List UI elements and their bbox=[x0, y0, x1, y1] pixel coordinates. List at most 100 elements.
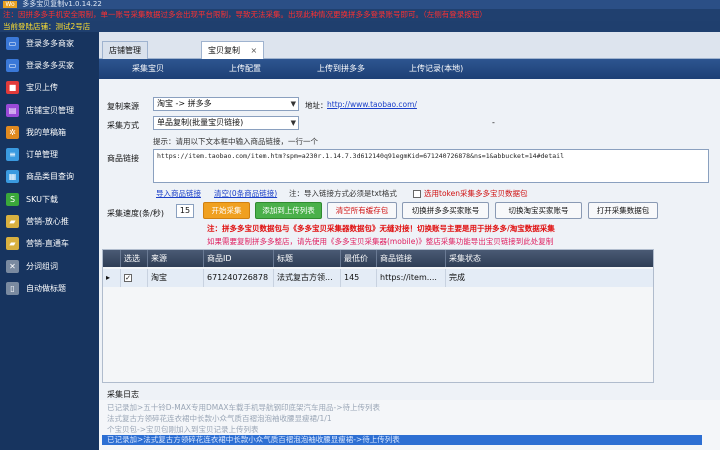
row-checkbox[interactable]: ✓ bbox=[121, 269, 148, 287]
doc-icon: ▯ bbox=[6, 281, 19, 295]
header-status[interactable]: 采集状态 bbox=[446, 250, 653, 267]
warning-line-2: 如果需要复制拼多多整店，请先使用《多多宝贝采集器(mobile)》整店采集功能导… bbox=[207, 237, 554, 246]
sidebar-item-category[interactable]: ▦ 商品类目查询 bbox=[0, 166, 99, 188]
url-label: 地址： bbox=[305, 101, 328, 110]
sidebar-item-store-manage[interactable]: ▤ 店铺宝贝管理 bbox=[0, 99, 99, 121]
source-select[interactable]: 淘宝 -> 拼多多 ▼ bbox=[153, 97, 299, 111]
app-logo-icon: Wo bbox=[3, 1, 17, 8]
link-textarea[interactable]: https://item.taobao.com/item.htm?spm=a23… bbox=[153, 149, 709, 183]
sidebar-item-segment[interactable]: ✕ 分词组词 bbox=[0, 255, 99, 277]
row-marker-icon: ▸ bbox=[103, 269, 121, 287]
table-header: 选选 来源 商品ID 标题 最低价 商品链接 采集状态 bbox=[103, 250, 653, 267]
sidebar-item-label: 营销-直通车 bbox=[26, 239, 69, 249]
subtab-upload-config[interactable]: 上传配置 bbox=[229, 59, 261, 79]
open-data-package-button[interactable]: 打开采集数据包 bbox=[588, 202, 658, 219]
close-icon[interactable]: × bbox=[251, 46, 258, 55]
warning-line-1: 注：拼多多宝贝数据包与《多多宝贝采集器数据包》无缝对接！切换账号主要是用于拼多多… bbox=[207, 224, 555, 233]
source-label: 复制来源 bbox=[107, 102, 139, 111]
truck-icon: ▰ bbox=[6, 215, 19, 229]
switch-taobao-account-button[interactable]: 切换淘宝买家账号 bbox=[495, 202, 582, 219]
sidebar-item-auto-title[interactable]: ▯ 自动做标题 bbox=[0, 277, 99, 299]
check-icon: ✓ bbox=[124, 273, 132, 282]
chevron-down-icon: ▼ bbox=[290, 119, 296, 127]
tab-bar: 店铺管理 宝贝复制 × bbox=[99, 32, 720, 60]
header-product-link[interactable]: 商品链接 bbox=[377, 250, 446, 267]
store-icon: ▤ bbox=[6, 103, 19, 117]
log-title: 采集日志 bbox=[107, 390, 139, 399]
sidebar-item-label: 登录多多买家 bbox=[26, 60, 74, 70]
monitor-icon: ▭ bbox=[6, 58, 19, 72]
subtab-upload-records[interactable]: 上传记录(本地) bbox=[409, 59, 463, 79]
main-panel: 店铺管理 宝贝复制 × 采集宝贝 上传配置 上传到拼多多 上传记录(本地) 复制… bbox=[99, 32, 720, 450]
header-min-price[interactable]: 最低价 bbox=[341, 250, 377, 267]
title-bar: Wo 多多宝贝复制v1.0.14.22 bbox=[0, 0, 720, 9]
token-checkbox[interactable]: 选用token采集多多宝贝数据包 bbox=[413, 188, 527, 199]
chevron-down-icon: ▼ bbox=[290, 100, 296, 108]
gift-icon: ■ bbox=[6, 81, 19, 95]
log-box[interactable]: 已记录加>五十铃D-MAX专用DMAX车载手机导航钢印底架汽车用品->待上传列表… bbox=[99, 400, 720, 450]
sidebar: ▭ 登录多多商家 ▭ 登录多多买家 ■ 宝贝上传 ▤ 店铺宝贝管理 ✲ 我的草稿… bbox=[0, 32, 99, 450]
subtab-upload-pdd[interactable]: 上传到拼多多 bbox=[317, 59, 365, 79]
sidebar-item-label: 我的草稿箱 bbox=[26, 127, 66, 137]
clear-link-button[interactable]: 清空(0条商品链接) bbox=[214, 188, 277, 199]
import-link-button[interactable]: 导入商品链接 bbox=[156, 188, 201, 199]
header-row-marker bbox=[103, 250, 121, 267]
app-title: 多多宝贝复制v1.0.14.22 bbox=[22, 0, 102, 8]
current-shop: 当前登陆店铺：测试2号店 bbox=[0, 21, 720, 32]
cell-status: 完成 bbox=[449, 273, 465, 282]
truck-icon: ▰ bbox=[6, 237, 19, 251]
speed-input[interactable]: 15 bbox=[176, 204, 194, 218]
sidebar-item-orders[interactable]: ≡ 订单管理 bbox=[0, 143, 99, 165]
sidebar-item-drafts[interactable]: ✲ 我的草稿箱 bbox=[0, 121, 99, 143]
sidebar-item-login-seller[interactable]: ▭ 登录多多商家 bbox=[0, 32, 99, 54]
subtab-collect[interactable]: 采集宝贝 bbox=[132, 59, 164, 79]
log-line: 个宝贝包->宝贝包刚加入到宝贝记录上传列表 bbox=[107, 425, 259, 434]
grid-icon: ▦ bbox=[6, 170, 19, 184]
sidebar-item-label: 店铺宝贝管理 bbox=[26, 105, 74, 115]
list-icon: ≡ bbox=[6, 148, 19, 162]
switch-pdd-account-button[interactable]: 切换拼多多买家账号 bbox=[402, 202, 489, 219]
sidebar-item-marketing-fxt[interactable]: ▰ 营销-放心推 bbox=[0, 210, 99, 232]
sidebar-item-label: 营销-放心推 bbox=[26, 217, 69, 227]
start-collect-button[interactable]: 开始采集 bbox=[203, 202, 250, 219]
monitor-icon: ▭ bbox=[6, 36, 19, 50]
cell-link: https://item.... bbox=[377, 269, 446, 287]
log-line-selected: 已记录加>法式复古方领碎花连衣裙中长款小众气质百褶泡泡袖收腰显瘦裙->待上传列表 bbox=[102, 435, 702, 445]
sidebar-item-label: 登录多多商家 bbox=[26, 38, 74, 48]
header-title[interactable]: 标题 bbox=[274, 250, 341, 267]
product-table: 选选 来源 商品ID 标题 最低价 商品链接 采集状态 ▸ ✓ 淘宝 67124… bbox=[102, 249, 654, 383]
sidebar-item-sku[interactable]: S SKU下载 bbox=[0, 188, 99, 210]
cell-source: 淘宝 bbox=[148, 269, 204, 287]
sidebar-item-label: 商品类目查询 bbox=[26, 172, 74, 182]
sidebar-item-upload[interactable]: ■ 宝贝上传 bbox=[0, 77, 99, 99]
import-note: 注：导入链接方式必须是txt格式 bbox=[289, 189, 397, 198]
cell-price: 145 bbox=[341, 269, 377, 287]
cell-title: 法式复古方领... bbox=[274, 269, 341, 287]
sidebar-item-label: 订单管理 bbox=[26, 150, 58, 160]
tab-copy[interactable]: 宝贝复制 × bbox=[201, 41, 265, 60]
speed-label: 采集速度(条/秒) bbox=[107, 209, 164, 218]
sidebar-item-login-buyer[interactable]: ▭ 登录多多买家 bbox=[0, 54, 99, 76]
table-row[interactable]: ▸ ✓ 淘宝 671240726878 法式复古方领... 145 https:… bbox=[103, 269, 653, 287]
add-to-upload-button[interactable]: 添加到上传列表 bbox=[255, 202, 322, 219]
header-product-id[interactable]: 商品ID bbox=[204, 250, 274, 267]
method-select-value: 单品复制(批量宝贝链接) bbox=[157, 118, 244, 127]
url-link[interactable]: http://www.taobao.com/ bbox=[327, 100, 417, 109]
gear-icon: ✲ bbox=[6, 125, 19, 139]
header-source[interactable]: 来源 bbox=[148, 250, 204, 267]
sidebar-item-marketing-ztc[interactable]: ▰ 营销-直通车 bbox=[0, 233, 99, 255]
sku-icon: S bbox=[6, 192, 19, 206]
subtab-bar: 采集宝贝 上传配置 上传到拼多多 上传记录(本地) bbox=[99, 59, 720, 79]
tab-label: 店铺管理 bbox=[109, 46, 141, 55]
tab-label: 宝贝复制 bbox=[208, 46, 240, 55]
tab-shop-manage[interactable]: 店铺管理 bbox=[102, 41, 148, 59]
sidebar-item-label: 宝贝上传 bbox=[26, 83, 58, 93]
method-select[interactable]: 单品复制(批量宝贝链接) ▼ bbox=[153, 116, 299, 130]
method-label: 采集方式 bbox=[107, 121, 139, 130]
header-select[interactable]: 选选 bbox=[121, 250, 148, 267]
notice-bar: 注：因拼多多手机安全限制，单一账号采集数据过多会出现平台限制，导致无法采集。出现… bbox=[0, 9, 720, 21]
source-select-value: 淘宝 -> 拼多多 bbox=[157, 99, 212, 108]
checkbox-icon bbox=[413, 190, 421, 198]
clear-cache-button[interactable]: 清空所有缓存包 bbox=[327, 202, 397, 219]
tools-icon: ✕ bbox=[6, 259, 19, 273]
